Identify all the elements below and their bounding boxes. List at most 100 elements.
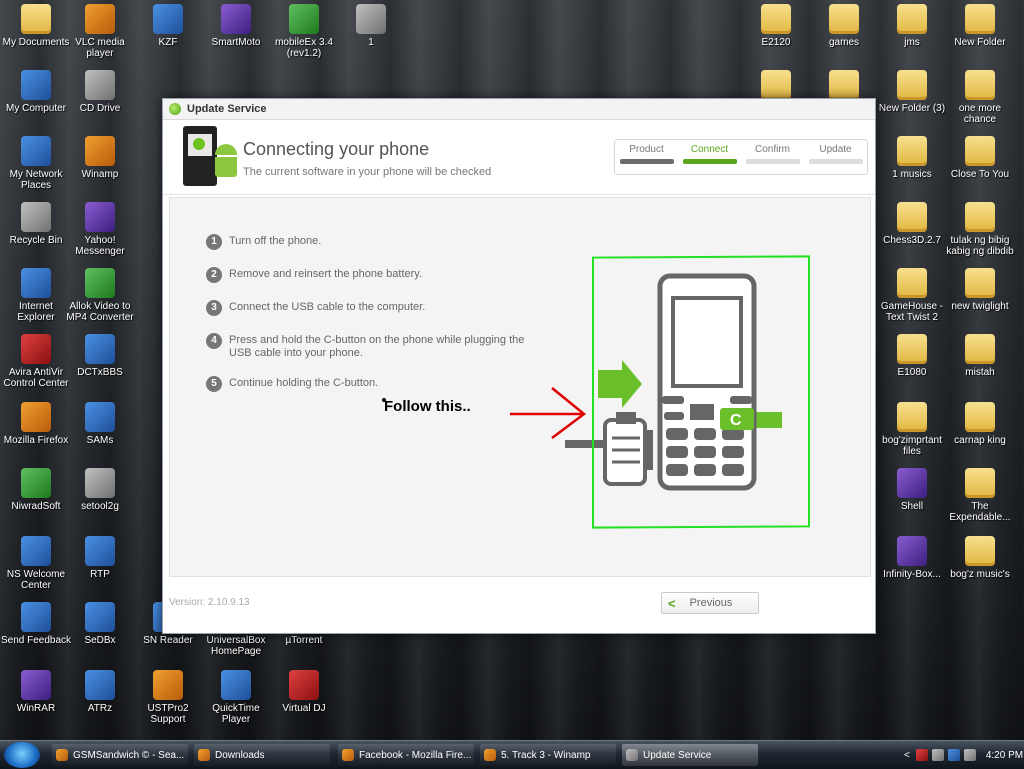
step-product: Product [619,144,674,174]
window-title: Update Service [187,103,267,115]
desktop-folder-jms[interactable]: jms [876,4,948,68]
desktop-icon-mobileex[interactable]: mobileEx 3.4 (rev1.2) [268,4,340,68]
folder-icon [965,334,995,364]
firefox-icon [56,749,68,761]
folder-icon [21,4,51,34]
folder-icon [897,136,927,166]
instructions-panel: 1 Turn off the phone. 2 Remove and reinser… [169,197,871,577]
yahoo-icon [85,202,115,232]
desktop-folder-bogz-important[interactable]: bog'zimprtant files [876,402,948,466]
step-update: Update [808,144,863,174]
folder-icon [965,70,995,100]
desktop-folder-expendable[interactable]: The Expendable... [944,468,1016,532]
window-titlebar[interactable]: Update Service [163,99,875,120]
desktop-folder-mistah[interactable]: mistah [944,334,1016,398]
desktop-folder-tulak[interactable]: tulak ng bibig kabig ng dibdib [944,202,1016,266]
desktop-icon-shell[interactable]: Shell [876,468,948,532]
firefox-icon [342,749,354,761]
update-service-icon [626,749,638,761]
desktop-icon-ustpro2[interactable]: USTPro2 Support [132,670,204,734]
firefox-icon [21,402,51,432]
desktop-icon-cd-drive[interactable]: CD Drive [64,70,136,134]
annotation-highlight-box [592,255,810,529]
desktop-icon-winamp[interactable]: Winamp [64,136,136,200]
desktop-icon-sams[interactable]: SAMs [64,402,136,466]
desktop-folder-new-twiglight[interactable]: new twiglight [944,268,1016,332]
tray-icon[interactable] [947,749,960,761]
start-button[interactable] [4,742,40,768]
cd-drive-icon [85,70,115,100]
tray-icon[interactable] [931,749,944,761]
virtual-dj-icon [289,670,319,700]
desktop-icon-sedbx[interactable]: SeDBx [64,602,136,666]
desktop-folder-close-to-you[interactable]: Close To You [944,136,1016,200]
desktop-icon-smartmoto[interactable]: SmartMoto [200,4,272,68]
folder-icon [829,4,859,34]
desktop-icon-rtp[interactable]: RTP [64,536,136,600]
desktop-folder-1-musics[interactable]: 1 musics [876,136,948,200]
winamp-icon [484,749,496,761]
desktop-folder-chess3d[interactable]: Chess3D.2.7 [876,202,948,266]
desktop-icon-allok[interactable]: Allok Video to MP4 Converter [64,268,136,332]
desktop-folder-carnap-king[interactable]: carnap king [944,402,1016,466]
desktop-icon-internet-explorer[interactable]: Internet Explorer [0,268,72,332]
volume-icon[interactable] [963,749,976,761]
internet-explorer-icon [21,268,51,298]
kzf-icon [153,4,183,34]
folder-icon [761,70,791,100]
desktop-icon-my-documents[interactable]: My Documents [0,4,72,68]
tray-expand-icon[interactable]: < [904,750,910,761]
folder-icon [965,468,995,498]
desktop-icon-firefox[interactable]: Mozilla Firefox [0,402,72,466]
computer-icon [21,70,51,100]
desktop-icon-quicktime[interactable]: QuickTime Player [200,670,272,734]
page-title: Connecting your phone [243,139,430,159]
desktop-icon-my-network[interactable]: My Network Places [0,136,72,200]
desktop-icon-atrz[interactable]: ATRz [64,670,136,734]
taskbar-item-facebook[interactable]: Facebook - Mozilla Fire... [338,744,474,766]
desktop-icon-virtual-dj[interactable]: Virtual DJ [268,670,340,734]
desktop-icon-vlc[interactable]: VLC media player [64,4,136,68]
desktop-icon-infinity-box[interactable]: Infinity-Box... [876,536,948,600]
desktop-folder-gamehouse[interactable]: GameHouse - Text Twist 2 [876,268,948,332]
quicktime-icon [221,670,251,700]
taskbar-item-winamp[interactable]: 5. Track 3 - Winamp [480,744,616,766]
folder-icon [965,268,995,298]
taskbar-item-downloads[interactable]: Downloads [194,744,330,766]
wizard-header: Connecting your phone The current softwa… [163,120,875,195]
desktop-icon-send-feedback[interactable]: Send Feedback [0,602,72,666]
desktop-folder-new-folder-3[interactable]: New Folder (3) [876,70,948,134]
desktop-icon-ns-welcome[interactable]: NS Welcome Center [0,536,72,600]
folder-icon [965,202,995,232]
clock[interactable]: 4:20 PM [986,750,1023,761]
taskbar-item-update-service[interactable]: Update Service [622,744,758,766]
smartmoto-icon [221,4,251,34]
desktop-icon-yahoo[interactable]: Yahoo! Messenger [64,202,136,266]
desktop-folder-new-folder[interactable]: New Folder [944,4,1016,68]
previous-button[interactable]: < Previous [661,592,759,614]
desktop-folder-e2120[interactable]: E2120 [740,4,812,68]
desktop-icon-avira[interactable]: Avira AntiVir Control Center [0,334,72,398]
desktop-icon-my-computer[interactable]: My Computer [0,70,72,134]
desktop-folder-games[interactable]: games [808,4,880,68]
desktop-folder-one-more-chance[interactable]: one more chance [944,70,1016,134]
desktop-icon-kzf[interactable]: KZF [132,4,204,68]
desktop-icon-setool2g[interactable]: setool2g [64,468,136,532]
taskbar-item-gsmsandwich[interactable]: GSMSandwich © - Sea... [52,744,188,766]
ustpro2-icon [153,670,183,700]
setool2g-icon [85,468,115,498]
tray-icon[interactable] [915,749,928,761]
avira-icon [21,334,51,364]
dctxbbs-icon [85,334,115,364]
desktop-icon-recycle-bin[interactable]: Recycle Bin [0,202,72,266]
desktop-folder-bogz-music[interactable]: bog'z music's [944,536,1016,600]
app-logo-icon [169,103,181,115]
desktop-icon-niwradsoft[interactable]: NiwradSoft [0,468,72,532]
desktop-icon-1[interactable]: 1 [335,4,407,68]
folder-icon [897,202,927,232]
desktop-folder-e1080[interactable]: E1080 [876,334,948,398]
firefox-icon [198,749,210,761]
folder-icon [965,536,995,566]
desktop-icon-dctxbbs[interactable]: DCTxBBS [64,334,136,398]
desktop-icon-winrar[interactable]: WinRAR [0,670,72,734]
